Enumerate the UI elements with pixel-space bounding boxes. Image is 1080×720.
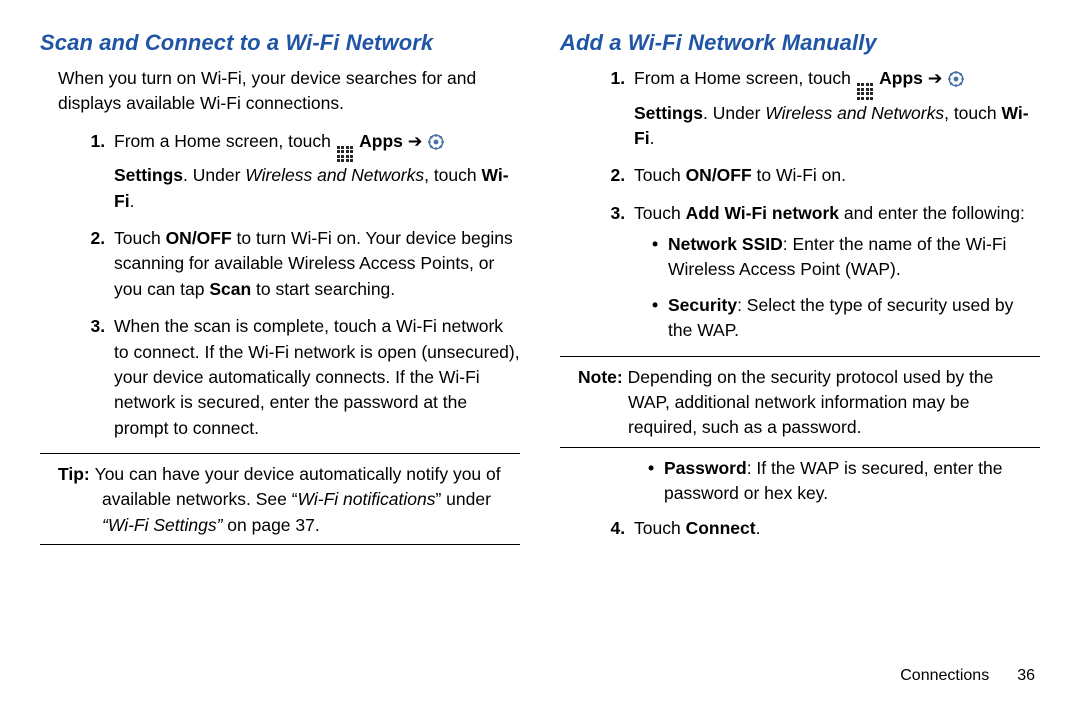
settings-label: Settings: [114, 165, 183, 185]
footer-page: 36: [1017, 667, 1035, 684]
bullet-ssid: Network SSID: Enter the name of the Wi-F…: [652, 232, 1040, 283]
text: .: [130, 191, 135, 211]
right-step-3: Touch Add Wi-Fi network and enter the fo…: [630, 201, 1040, 344]
settings-gear-icon: [427, 133, 445, 151]
text: . Under: [703, 103, 765, 123]
manual-page: Scan and Connect to a Wi-Fi Network When…: [0, 0, 1080, 720]
footer-section: Connections: [900, 667, 989, 684]
wireless-networks: Wireless and Networks: [765, 103, 944, 123]
text: Depending on the security protocol used …: [628, 367, 994, 438]
text: Touch: [634, 518, 686, 538]
text: , touch: [944, 103, 1001, 123]
apps-grid-icon: [856, 82, 875, 101]
text: , touch: [424, 165, 481, 185]
left-column: Scan and Connect to a Wi-Fi Network When…: [40, 30, 520, 720]
text: to Wi-Fi on.: [752, 165, 846, 185]
divider: [40, 544, 520, 545]
right-steps-cont: Touch Connect.: [595, 516, 1040, 541]
text: . Under: [183, 165, 245, 185]
columns: Scan and Connect to a Wi-Fi Network When…: [40, 30, 1040, 720]
left-intro: When you turn on Wi-Fi, your device sear…: [58, 66, 520, 117]
text: and enter the following:: [839, 203, 1025, 223]
right-step-1: From a Home screen, touch Apps ➔ Setting…: [630, 66, 1040, 151]
note-lead: Note:: [578, 367, 628, 387]
text: Touch: [114, 228, 166, 248]
bullets-2: Password: If the WAP is secured, enter t…: [630, 456, 1040, 507]
right-step-2: Touch ON/OFF to Wi-Fi on.: [630, 163, 1040, 188]
text: to start searching.: [251, 279, 395, 299]
left-steps: From a Home screen, touch Apps ➔ Setting…: [75, 129, 520, 441]
text: ” under: [435, 489, 490, 509]
text: From a Home screen, touch: [114, 131, 336, 151]
text: .: [650, 128, 655, 148]
right-column: Add a Wi-Fi Network Manually From a Home…: [560, 30, 1040, 720]
left-step-1: From a Home screen, touch Apps ➔ Setting…: [110, 129, 520, 214]
tip-lead: Tip:: [58, 464, 95, 484]
connect-label: Connect: [686, 518, 756, 538]
right-heading: Add a Wi-Fi Network Manually: [560, 30, 1040, 56]
divider: [560, 356, 1040, 357]
wireless-networks: Wireless and Networks: [245, 165, 424, 185]
arrow-icon: ➔: [923, 68, 947, 88]
apps-label: Apps: [359, 131, 403, 151]
left-step-2: Touch ON/OFF to turn Wi-Fi on. Your devi…: [110, 226, 520, 302]
text: Touch: [634, 203, 686, 223]
add-wifi-label: Add Wi-Fi network: [686, 203, 839, 223]
ssid-lead: Network SSID: [668, 234, 783, 254]
settings-gear-icon: [947, 70, 965, 88]
text: .: [756, 518, 761, 538]
note-text: Note: Depending on the security protocol…: [578, 365, 1040, 441]
bullet-password: Password: If the WAP is secured, enter t…: [648, 456, 1040, 507]
onoff-label: ON/OFF: [686, 165, 752, 185]
text: Touch: [634, 165, 686, 185]
tip-text: Tip: You can have your device automatica…: [58, 462, 520, 538]
arrow-icon: ➔: [403, 131, 427, 151]
divider: [40, 453, 520, 454]
apps-label: Apps: [879, 68, 923, 88]
left-step-3: When the scan is complete, touch a Wi-Fi…: [110, 314, 520, 441]
tip-em: Wi-Fi notifications: [298, 489, 436, 509]
page-footer: Connections 36: [900, 667, 1035, 685]
text: When the scan is complete, touch a Wi-Fi…: [114, 316, 520, 438]
bullets-1: Network SSID: Enter the name of the Wi-F…: [634, 232, 1040, 344]
left-heading: Scan and Connect to a Wi-Fi Network: [40, 30, 520, 56]
tip-callout: Tip: You can have your device automatica…: [40, 462, 520, 538]
sec-lead: Security: [668, 295, 737, 315]
bullet-security: Security: Select the type of security us…: [652, 293, 1040, 344]
right-steps: From a Home screen, touch Apps ➔ Setting…: [595, 66, 1040, 344]
text: on page 37.: [222, 515, 319, 535]
right-step-4: Touch Connect.: [630, 516, 1040, 541]
settings-label: Settings: [634, 103, 703, 123]
onoff-label: ON/OFF: [166, 228, 232, 248]
text: From a Home screen, touch: [634, 68, 856, 88]
scan-label: Scan: [209, 279, 251, 299]
tip-ref: “Wi-Fi Settings”: [102, 515, 222, 535]
apps-grid-icon: [336, 145, 355, 164]
divider: [560, 447, 1040, 448]
note-callout: Note: Depending on the security protocol…: [560, 365, 1040, 441]
pw-lead: Password: [664, 458, 747, 478]
